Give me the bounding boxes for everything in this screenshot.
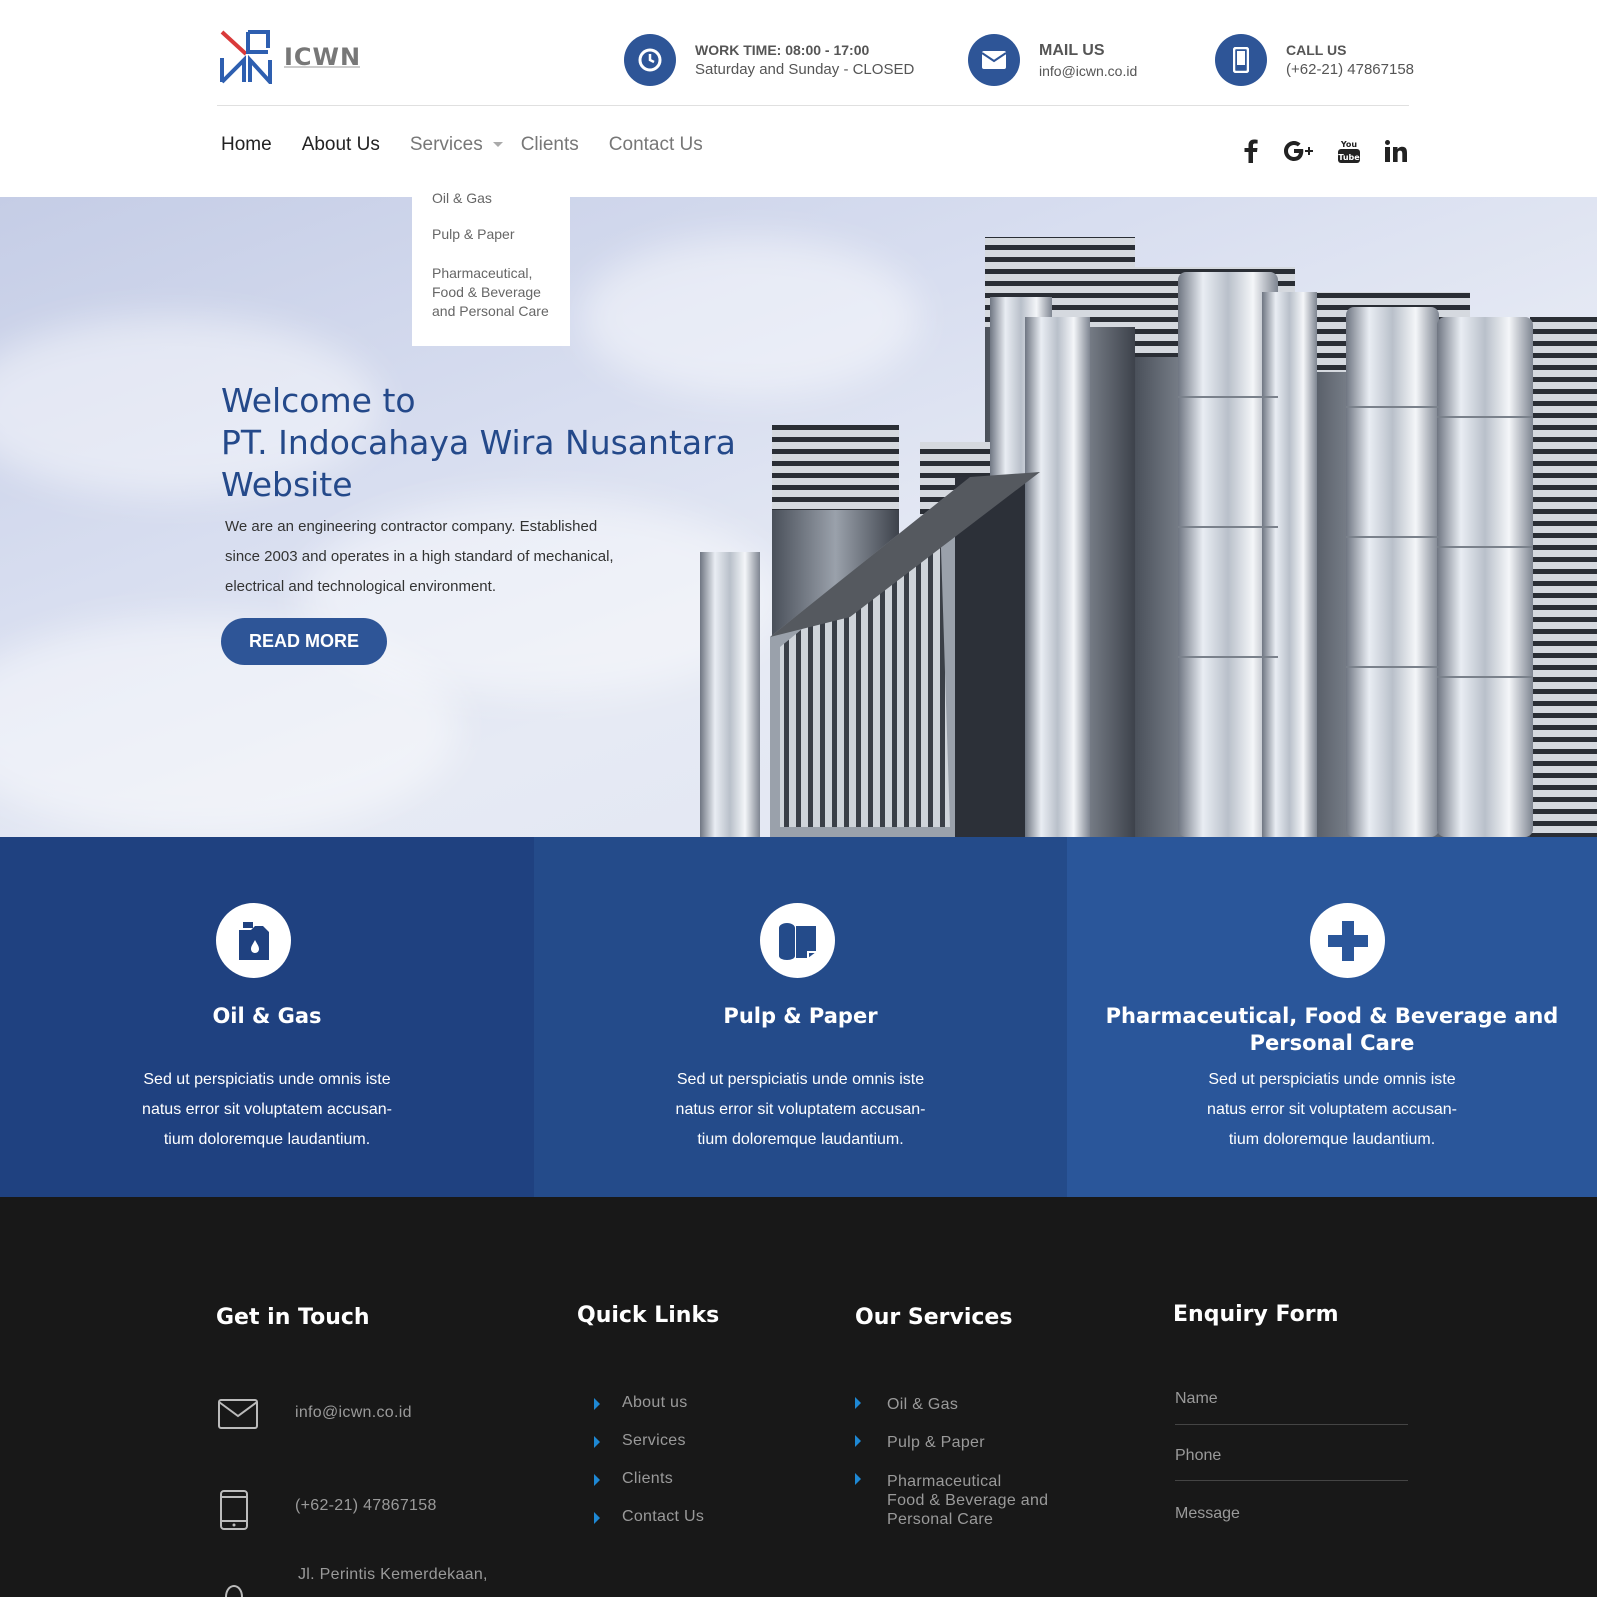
chevron-right-icon [594, 1398, 600, 1410]
call-value[interactable]: (+62-21) 47867158 [1286, 61, 1414, 78]
nav-clients[interactable]: Clients [521, 134, 579, 156]
work-time-info: WORK TIME: 08:00 - 17:00 Saturday and Su… [624, 34, 914, 86]
chevron-right-icon [855, 1473, 861, 1485]
service-title: Pharmaceutical, Food & Beverage and Pers… [1105, 1004, 1559, 1055]
location-pin-icon [225, 1585, 243, 1597]
hero-description: We are an engineering contractor company… [225, 518, 614, 595]
services-dropdown: Oil & Gas Pulp & Paper Pharmaceutical, F… [412, 190, 570, 346]
google-plus-icon[interactable] [1282, 136, 1318, 166]
footer-heading-quick-links: Quick Links [577, 1303, 720, 1328]
name-field[interactable]: Name [1175, 1390, 1408, 1426]
dropdown-item-pharmaceutical[interactable]: Pharmaceutical, Food & Beverage and Pers… [432, 264, 557, 321]
envelope-icon [218, 1399, 258, 1429]
main-nav: Home About Us Services Clients Contact U… [221, 134, 733, 156]
header-divider [217, 105, 1409, 106]
read-more-button[interactable]: READ MORE [221, 618, 387, 665]
logo[interactable]: ICWN [220, 30, 361, 84]
footer-address: Jl. Perintis Kemerdekaan, [298, 1566, 488, 1583]
linkedin-icon[interactable] [1383, 136, 1409, 166]
facebook-icon[interactable] [1240, 136, 1262, 166]
logo-tagline [284, 66, 360, 68]
chevron-down-icon [492, 142, 503, 148]
quick-link-contact-us[interactable]: Contact Us [622, 1508, 704, 1526]
paper-roll-icon [760, 903, 835, 978]
chevron-right-icon [594, 1512, 600, 1524]
chevron-right-icon [594, 1474, 600, 1486]
footer-heading-our-services: Our Services [855, 1305, 1013, 1330]
phone-field[interactable]: Phone [1175, 1447, 1408, 1483]
footer-heading-enquiry-form: Enquiry Form [1173, 1302, 1339, 1327]
industrial-image [700, 237, 1597, 837]
mobile-icon [1215, 34, 1267, 86]
service-title: Pulp & Paper [723, 1004, 878, 1028]
quick-link-clients[interactable]: Clients [622, 1470, 673, 1488]
work-time-label: WORK TIME: 08:00 - 17:00 [695, 42, 870, 58]
site-footer: Get in Touch info@icwn.co.id (+62-21) 47… [0, 1197, 1597, 1597]
hero-title: Welcome to PT. Indocahaya Wira Nusantara… [221, 381, 736, 504]
envelope-icon [968, 34, 1020, 86]
hero-banner: Welcome to PT. Indocahaya Wira Nusantara… [0, 197, 1597, 837]
chevron-right-icon [594, 1436, 600, 1448]
mail-info: MAIL US info@icwn.co.id [968, 34, 1137, 86]
footer-service-pulp-paper[interactable]: Pulp & Paper [887, 1434, 985, 1452]
youtube-icon[interactable]: You Tube [1336, 136, 1362, 166]
footer-email[interactable]: info@icwn.co.id [295, 1404, 412, 1422]
nav-about-us[interactable]: About Us [302, 134, 380, 156]
mail-value[interactable]: info@icwn.co.id [1039, 63, 1137, 79]
quick-link-services[interactable]: Services [622, 1432, 686, 1450]
chevron-right-icon [855, 1435, 861, 1447]
mobile-icon [220, 1490, 248, 1530]
quick-link-about-us[interactable]: About us [622, 1394, 688, 1412]
footer-service-oil-gas[interactable]: Oil & Gas [887, 1396, 958, 1414]
footer-heading-get-in-touch: Get in Touch [216, 1305, 370, 1330]
medical-cross-icon [1310, 903, 1385, 978]
service-description: Sed ut perspiciatis unde omnis iste natu… [675, 1071, 926, 1148]
call-info: CALL US (+62-21) 47867158 [1215, 34, 1414, 86]
site-header: ICWN WORK TIME: 08:00 - 17:00 Saturday a… [0, 0, 1597, 197]
nav-services[interactable]: Services [410, 134, 503, 156]
message-field[interactable]: Message [1175, 1505, 1408, 1565]
work-time-value: Saturday and Sunday - CLOSED [695, 61, 915, 78]
footer-phone[interactable]: (+62-21) 47867158 [295, 1497, 437, 1515]
nav-home[interactable]: Home [221, 134, 272, 156]
call-label: CALL US [1286, 42, 1347, 58]
service-description: Sed ut perspiciatis unde omnis iste natu… [1207, 1071, 1457, 1148]
dropdown-item-pulp-paper[interactable]: Pulp & Paper [432, 225, 557, 244]
mail-label: MAIL US [1039, 41, 1105, 59]
footer-service-pharmaceutical[interactable]: Pharmaceutical Food & Beverage and Perso… [887, 1472, 1048, 1529]
nav-contact-us[interactable]: Contact Us [609, 134, 703, 156]
service-title: Oil & Gas [212, 1004, 322, 1028]
svg-text:You: You [1340, 140, 1358, 149]
oil-can-icon [216, 903, 291, 978]
logo-mark-icon [220, 30, 272, 84]
service-card-pharmaceutical[interactable]: Pharmaceutical, Food & Beverage and Pers… [1067, 837, 1597, 1197]
svg-text:Tube: Tube [1338, 153, 1360, 162]
dropdown-item-oil-gas[interactable]: Oil & Gas [432, 189, 557, 208]
service-card-oil-gas[interactable]: Oil & Gas Sed ut perspiciatis unde omnis… [0, 837, 534, 1197]
service-description: Sed ut perspiciatis unde omnis iste natu… [142, 1071, 392, 1148]
clock-icon [624, 34, 676, 86]
service-card-pulp-paper[interactable]: Pulp & Paper Sed ut perspiciatis unde om… [534, 837, 1067, 1197]
chevron-right-icon [855, 1397, 861, 1409]
